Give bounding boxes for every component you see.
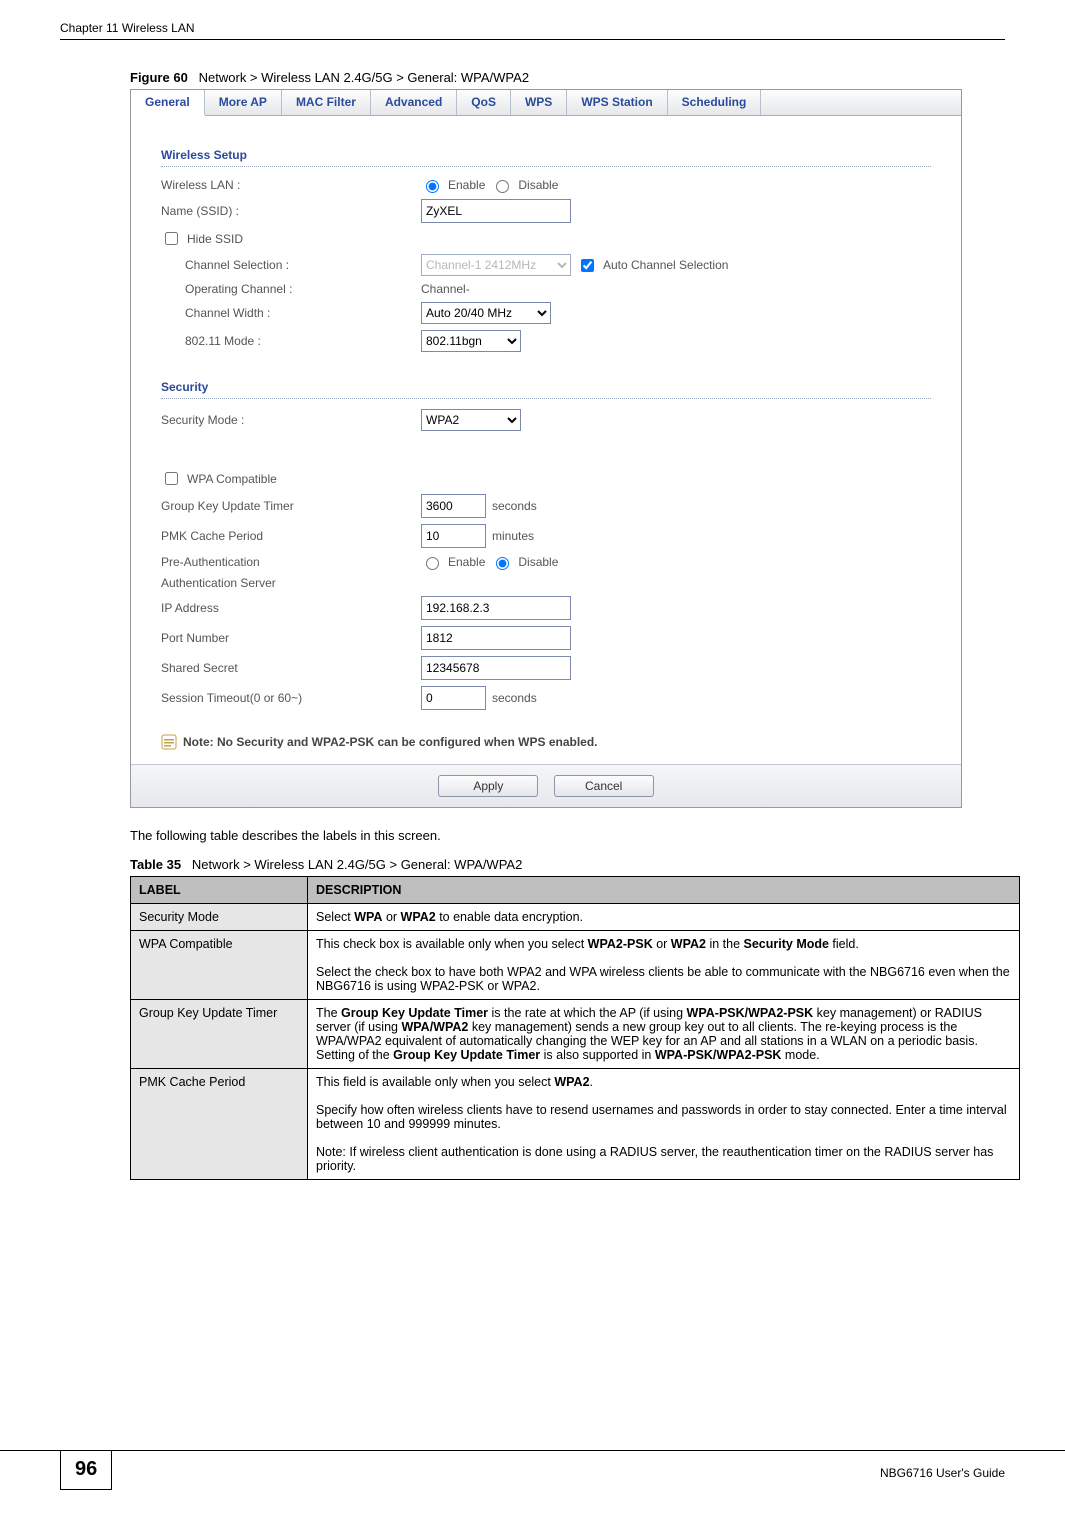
table-row: WPA Compatible This check box is availab…: [131, 931, 1020, 1000]
apply-button[interactable]: Apply: [438, 775, 538, 797]
section-security: Security: [161, 380, 931, 399]
note-text: Note: No Security and WPA2-PSK can be co…: [183, 735, 598, 749]
tab-general[interactable]: General: [131, 90, 205, 116]
hide-ssid-checkbox[interactable]: [165, 232, 178, 245]
security-mode-select[interactable]: WPA2: [421, 409, 521, 431]
seconds-text-2: seconds: [492, 691, 537, 705]
table-row: PMK Cache Period This field is available…: [131, 1069, 1020, 1180]
wpa-compatible-label: WPA Compatible: [187, 472, 277, 486]
cell-label: WPA Compatible: [131, 931, 308, 1000]
operating-channel-label: Operating Channel :: [185, 282, 421, 296]
gkut-label: Group Key Update Timer: [161, 499, 421, 513]
security-mode-label: Security Mode :: [161, 413, 421, 427]
page-footer: 96 NBG6716 User's Guide: [0, 1450, 1065, 1490]
table-prefix: Table 35: [130, 857, 181, 872]
tab-qos[interactable]: QoS: [457, 90, 511, 115]
table-row: Group Key Update Timer The Group Key Upd…: [131, 1000, 1020, 1069]
wlan-label: Wireless LAN :: [161, 178, 421, 192]
screenshot-panel: General More AP MAC Filter Advanced QoS …: [130, 89, 962, 808]
channel-width-select[interactable]: Auto 20/40 MHz: [421, 302, 551, 324]
disable-text: Disable: [518, 178, 558, 192]
body-text: The following table describes the labels…: [130, 828, 1005, 843]
table-caption: Table 35 Network > Wireless LAN 2.4G/5G …: [130, 857, 1005, 872]
gkut-input[interactable]: [421, 494, 486, 518]
auto-channel-checkbox[interactable]: [581, 259, 594, 272]
auto-channel-label: Auto Channel Selection: [603, 258, 728, 272]
figure-prefix: Figure 60: [130, 70, 188, 85]
cell-label: Group Key Update Timer: [131, 1000, 308, 1069]
authsrv-label: Authentication Server: [161, 576, 421, 590]
channel-width-label: Channel Width :: [185, 306, 421, 320]
pmk-input[interactable]: [421, 524, 486, 548]
channel-selection-select[interactable]: Channel-1 2412MHz: [421, 254, 571, 276]
section-wireless-setup: Wireless Setup: [161, 148, 931, 167]
ssid-label: Name (SSID) :: [161, 204, 421, 218]
preauth-disable-radio[interactable]: [496, 557, 509, 570]
cell-label: Security Mode: [131, 904, 308, 931]
cell-desc: This check box is available only when yo…: [308, 931, 1020, 1000]
table-title: Network > Wireless LAN 2.4G/5G > General…: [192, 857, 522, 872]
secret-input[interactable]: [421, 656, 571, 680]
wlan-disable-radio[interactable]: [496, 180, 509, 193]
mode-select[interactable]: 802.11bgn: [421, 330, 521, 352]
wpa-compatible-checkbox[interactable]: [165, 472, 178, 485]
page-number: 96: [60, 1450, 112, 1490]
preauth-label: Pre-Authentication: [161, 555, 421, 569]
operating-channel-value: Channel-: [421, 282, 470, 296]
tab-scheduling[interactable]: Scheduling: [668, 90, 762, 115]
chapter-title: Chapter 11 Wireless LAN: [60, 21, 195, 35]
enable-text: Enable: [448, 178, 485, 192]
th-desc: DESCRIPTION: [308, 877, 1020, 904]
tab-mac-filter[interactable]: MAC Filter: [282, 90, 371, 115]
tab-wps-station[interactable]: WPS Station: [567, 90, 667, 115]
tab-wps[interactable]: WPS: [511, 90, 567, 115]
tab-bar: General More AP MAC Filter Advanced QoS …: [131, 90, 961, 116]
table-row: Security Mode Select WPA or WPA2 to enab…: [131, 904, 1020, 931]
preauth-enable-text: Enable: [448, 555, 485, 569]
secret-label: Shared Secret: [161, 661, 421, 675]
ip-label: IP Address: [161, 601, 421, 615]
channel-selection-label: Channel Selection :: [185, 258, 421, 272]
ip-input[interactable]: [421, 596, 571, 620]
seconds-text-1: seconds: [492, 499, 537, 513]
cell-desc: Select WPA or WPA2 to enable data encryp…: [308, 904, 1020, 931]
th-label: LABEL: [131, 877, 308, 904]
description-table: LABEL DESCRIPTION Security Mode Select W…: [130, 876, 1020, 1180]
cell-desc: The Group Key Update Timer is the rate a…: [308, 1000, 1020, 1069]
tab-advanced[interactable]: Advanced: [371, 90, 457, 115]
pmk-label: PMK Cache Period: [161, 529, 421, 543]
port-input[interactable]: [421, 626, 571, 650]
mode-label: 802.11 Mode :: [185, 334, 421, 348]
wlan-enable-radio[interactable]: [426, 180, 439, 193]
note-box: Note: No Security and WPA2-PSK can be co…: [161, 730, 931, 754]
timeout-label: Session Timeout(0 or 60~): [161, 691, 421, 705]
port-label: Port Number: [161, 631, 421, 645]
tab-more-ap[interactable]: More AP: [205, 90, 282, 115]
preauth-disable-text: Disable: [518, 555, 558, 569]
cell-desc: This field is available only when you se…: [308, 1069, 1020, 1180]
cancel-button[interactable]: Cancel: [554, 775, 654, 797]
note-icon: [161, 734, 177, 750]
guide-name: NBG6716 User's Guide: [880, 1466, 1005, 1480]
figure-title: Network > Wireless LAN 2.4G/5G > General…: [199, 70, 529, 85]
preauth-enable-radio[interactable]: [426, 557, 439, 570]
hide-ssid-label: Hide SSID: [187, 232, 243, 246]
ssid-input[interactable]: [421, 199, 571, 223]
minutes-text: minutes: [492, 529, 534, 543]
cell-label: PMK Cache Period: [131, 1069, 308, 1180]
timeout-input[interactable]: [421, 686, 486, 710]
figure-caption: Figure 60 Network > Wireless LAN 2.4G/5G…: [130, 70, 1005, 85]
button-bar: Apply Cancel: [131, 764, 961, 807]
